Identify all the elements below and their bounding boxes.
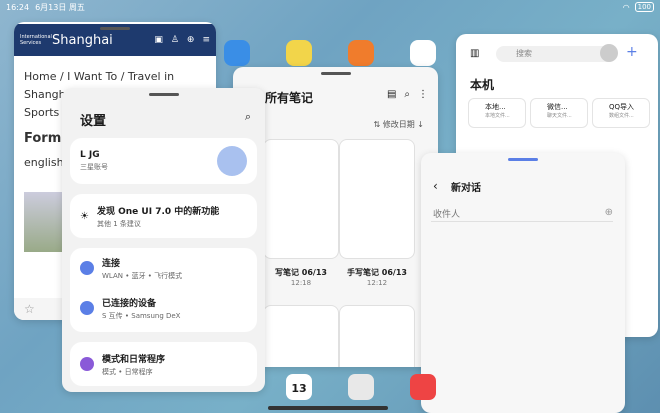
item-title: 已连接的设备 (102, 298, 157, 309)
app-icon[interactable] (410, 374, 436, 400)
person-icon[interactable]: ♙ (171, 35, 179, 45)
account-section[interactable]: L JG 三星账号 (70, 138, 257, 184)
devices-icon (80, 301, 94, 315)
settings-window[interactable]: 设置 ⌕ L JG 三星账号 ☀ 发现 One UI 7.0 中的新功能 其他 … (62, 88, 265, 392)
qq-tile[interactable]: QQ导入 数组文件... (592, 98, 650, 128)
tile-label: 本地... (485, 103, 506, 111)
add-icon[interactable]: + (626, 44, 638, 60)
local-heading: 本机 (470, 78, 495, 92)
add-recipient-icon[interactable]: ⊕ (605, 207, 613, 218)
window-handle[interactable] (148, 93, 179, 96)
tile-label: QQ导入 (609, 103, 635, 111)
globe-icon[interactable]: ⊕ (187, 35, 195, 45)
settings-item-modes[interactable]: 模式和日常程序 模式 • 日常程序 (70, 342, 257, 386)
wechat-tile[interactable]: 微信... 聊天文件... (530, 98, 588, 128)
wifi-icon: ◠ (622, 2, 630, 12)
modes-section: 模式和日常程序 模式 • 日常程序 (70, 342, 257, 386)
tile-sub: 数组文件... (609, 113, 634, 119)
music-app-icon[interactable] (286, 40, 312, 66)
star-icon[interactable]: ☆ (24, 302, 35, 316)
tip-title: 发现 One UI 7.0 中的新功能 (96, 206, 220, 217)
search-icon[interactable]: ⌕ (404, 89, 410, 100)
clock: 16:24 (6, 2, 30, 12)
page-title: 设置 (80, 114, 107, 129)
date: 6月13日 周五 (35, 2, 85, 12)
page-title: 新对话 (451, 183, 481, 194)
avatar[interactable] (217, 146, 247, 176)
video-app-icon[interactable] (348, 40, 374, 66)
page-title: 所有笔记 (265, 91, 314, 105)
sort-label: 修改日期 (382, 120, 415, 129)
status-bar: 16:24 6月13日 周五 ◠ 100 (0, 0, 660, 14)
item-sub: 模式 • 日常程序 (102, 367, 153, 376)
note-card[interactable] (263, 305, 339, 367)
item-sub: S 互传 • Samsung DeX (102, 311, 181, 320)
bookmark-icon[interactable]: ▣ (154, 35, 163, 45)
calendar-app-icon[interactable]: 13 (286, 374, 312, 400)
divider (431, 221, 613, 222)
calculator-app-icon[interactable] (348, 374, 374, 400)
note-name: 手写笔记 06/13 (347, 268, 407, 277)
site-logo[interactable]: Shanghai (52, 33, 113, 48)
calendar-day: 13 (291, 382, 307, 395)
window-handle[interactable] (320, 72, 351, 75)
messages-window[interactable]: ‹ 新对话 收件人 ⊕ (421, 153, 625, 413)
wifi-icon (80, 261, 94, 275)
item-title: 模式和日常程序 (102, 354, 166, 365)
search-input[interactable]: 搜索 (496, 46, 614, 62)
note-time: 12:12 (366, 279, 388, 287)
home-indicator[interactable] (268, 406, 388, 410)
battery-icon: 100 (634, 2, 654, 12)
note-card[interactable] (263, 139, 339, 259)
account-name: L JG (80, 150, 100, 160)
connection-section: 连接 WLAN • 蓝牙 • 飞行模式 已连接的设备 S 互传 • Samsun… (70, 248, 257, 332)
note-name: 写笔记 06/13 (275, 268, 327, 277)
tile-sub: 聊天文件... (547, 113, 572, 119)
modes-icon (80, 357, 94, 371)
settings-item-devices[interactable]: 已连接的设备 S 互传 • Samsung DeX (70, 288, 257, 328)
window-handle[interactable] (508, 158, 538, 161)
panel-icon[interactable]: ▥ (470, 48, 479, 59)
settings-item-connections[interactable]: 连接 WLAN • 蓝牙 • 飞行模式 (70, 248, 257, 288)
messages-app-icon[interactable] (224, 40, 250, 66)
lightbulb-icon: ☀ (80, 210, 89, 222)
item-title: 连接 (102, 258, 121, 269)
tile-label: 微信... (547, 103, 568, 111)
folder-icon[interactable]: ▤ (387, 89, 396, 100)
menu-icon[interactable]: ≡ (202, 35, 210, 45)
site-logo-small: International Services (20, 34, 52, 46)
sort-icon: ⇅ (373, 120, 383, 129)
tile-sub: 本地文件... (485, 113, 510, 119)
search-icon[interactable]: ⌕ (245, 110, 251, 124)
cloud-app-icon[interactable] (410, 40, 436, 66)
local-files-tile[interactable]: 本地... 本地文件... (468, 98, 526, 128)
more-icon[interactable]: ⋮ (418, 89, 428, 100)
window-handle[interactable] (100, 27, 130, 30)
note-card[interactable] (339, 139, 415, 259)
avatar[interactable] (600, 44, 618, 62)
note-card[interactable] (339, 305, 415, 367)
account-sub: 三星账号 (80, 163, 108, 171)
note-time: 12:18 (290, 279, 312, 287)
sort-button[interactable]: ⇅ 修改日期 ↓ (374, 119, 425, 130)
tip-section[interactable]: ☀ 发现 One UI 7.0 中的新功能 其他 1 条建议 (70, 194, 257, 238)
recipient-field[interactable]: 收件人 (433, 207, 460, 220)
back-icon[interactable]: ‹ (433, 179, 438, 193)
tip-sub: 其他 1 条建议 (96, 219, 141, 228)
item-sub: WLAN • 蓝牙 • 飞行模式 (102, 271, 183, 280)
